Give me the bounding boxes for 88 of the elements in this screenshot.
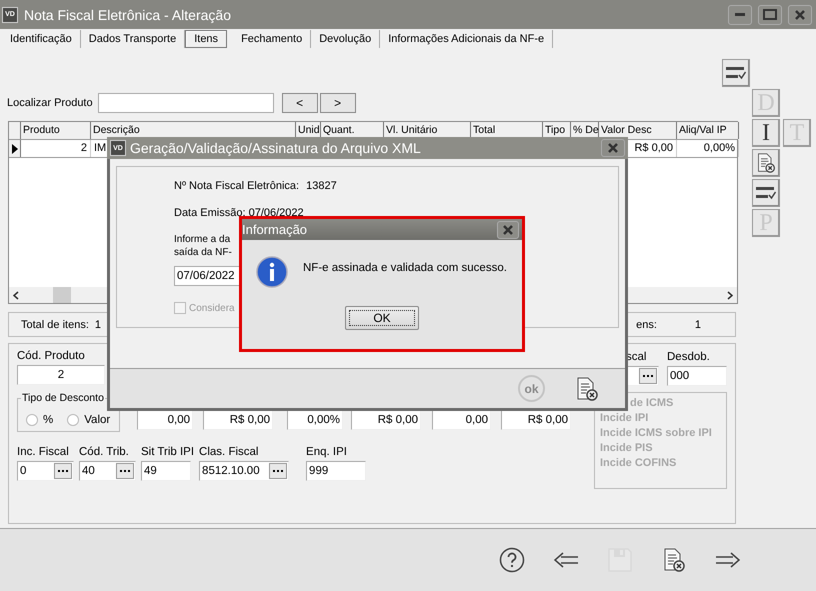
- column-header: Valor Desc: [599, 122, 677, 139]
- total-value: 1: [694, 318, 701, 330]
- cancel-document-button[interactable]: [752, 149, 780, 177]
- input-field[interactable]: 8512.10.00: [199, 461, 290, 481]
- input-field[interactable]: 40: [79, 461, 136, 481]
- close-button[interactable]: [497, 220, 519, 238]
- column-header: Aliq/Val IP: [677, 122, 739, 139]
- tab[interactable]: Identificação: [2, 30, 81, 48]
- maximize-button[interactable]: [758, 4, 782, 24]
- ellipsis-icon: [273, 470, 284, 472]
- row-pointer-icon: [12, 144, 18, 154]
- tab[interactable]: Informações Adicionais da NF-e: [380, 30, 554, 48]
- input-field[interactable]: R$ 0,00: [501, 410, 571, 430]
- field-label: Desdob.: [667, 351, 711, 363]
- column-header: Produto: [21, 122, 91, 139]
- tab[interactable]: Itens: [185, 30, 228, 48]
- input-field[interactable]: 2: [17, 365, 105, 385]
- letter-button[interactable]: I: [752, 119, 780, 147]
- input-field[interactable]: 0,00: [432, 410, 491, 430]
- total-items-value: 1: [94, 318, 101, 330]
- scroll-thumb[interactable]: [53, 287, 71, 303]
- issue-date: Data Emissão: 07/06/2022: [174, 207, 304, 221]
- maximize-icon: [763, 9, 777, 20]
- ellipsis-icon: [643, 374, 653, 378]
- ellipsis-icon: [120, 470, 130, 472]
- checklist-icon: [725, 65, 747, 81]
- table-cell: 2: [21, 140, 91, 157]
- tab[interactable]: Dados Transporte: [80, 30, 186, 48]
- invoice-label: Nº Nota Fiscal Eletrônica:: [174, 180, 300, 192]
- lookup-button[interactable]: [116, 463, 134, 479]
- prompt-text: saída da NF-: [174, 247, 232, 260]
- ellipsis-icon: [58, 470, 68, 472]
- input-field[interactable]: R$ 0,00: [351, 410, 421, 430]
- dialog-title: Informação: [242, 222, 308, 237]
- message-text: NF-e assinada e validada com sucesso.: [303, 262, 507, 274]
- input-field[interactable]: 000: [667, 366, 727, 386]
- scroll-left-icon: [13, 290, 19, 300]
- close-icon: [794, 10, 806, 20]
- radio-option[interactable]: %: [26, 414, 54, 426]
- lookup-button[interactable]: [639, 368, 657, 384]
- close-icon: [607, 143, 619, 153]
- window-title: Nota Fiscal Eletrônica - Alteração: [24, 6, 232, 22]
- input-field[interactable]: 0,00: [137, 410, 193, 430]
- nav-button[interactable]: <: [282, 93, 318, 113]
- left-arrow-icon: [553, 552, 579, 568]
- lookup-button[interactable]: [269, 463, 288, 479]
- right-arrow-icon: [715, 552, 741, 568]
- input-field[interactable]: 0: [17, 461, 74, 481]
- minimize-icon: [735, 13, 745, 16]
- close-icon: [502, 224, 514, 234]
- input-field[interactable]: R$ 0,00: [203, 410, 273, 430]
- field-label: Enq. IPI: [306, 446, 348, 458]
- total-items-label: Total de itens:: [21, 318, 89, 330]
- ok-button[interactable]: OK: [345, 306, 419, 330]
- field-label: Sit Trib IPI: [141, 446, 194, 458]
- tab[interactable]: Devolução: [311, 30, 380, 48]
- info-icon: [256, 256, 288, 288]
- group-title: Tipo de Desconto: [21, 392, 105, 404]
- field-label: Clas. Fiscal: [199, 446, 260, 458]
- invoice-number: 13827: [306, 180, 337, 192]
- input-field[interactable]: 999: [306, 461, 366, 481]
- input-field[interactable]: 0,00%: [287, 410, 343, 430]
- cancel-document-icon: [756, 153, 776, 173]
- input-field[interactable]: [626, 366, 659, 386]
- search-label: Localizar Produto: [7, 97, 93, 109]
- close-button[interactable]: [788, 4, 812, 24]
- field-label: Cód. Produto: [17, 350, 86, 362]
- total-label: ens:: [636, 318, 657, 330]
- input-field[interactable]: 49: [141, 461, 191, 481]
- prompt-text: Informe a da: [174, 234, 230, 247]
- nav-button[interactable]: >: [320, 93, 356, 113]
- date-field[interactable]: 07/06/2022: [174, 266, 240, 286]
- minimize-button[interactable]: [728, 4, 752, 24]
- field-label: Cód. Trib.: [79, 446, 130, 458]
- checklist-button[interactable]: [722, 59, 750, 87]
- cancel-document-icon: [662, 548, 686, 572]
- radio-option[interactable]: Valor: [67, 414, 110, 426]
- lookup-button[interactable]: [54, 463, 72, 479]
- search-field[interactable]: [98, 93, 274, 113]
- field-label: Inc. Fiscal: [17, 446, 70, 458]
- checklist-icon: [755, 185, 777, 201]
- cancel-document-icon: [575, 376, 599, 400]
- checklist-button[interactable]: [752, 179, 780, 207]
- scroll-right-icon: [727, 290, 733, 300]
- close-button[interactable]: [601, 139, 625, 157]
- help-icon: [499, 547, 525, 573]
- tab[interactable]: Fechamento: [233, 30, 312, 48]
- table-cell: 0,00%: [677, 140, 739, 157]
